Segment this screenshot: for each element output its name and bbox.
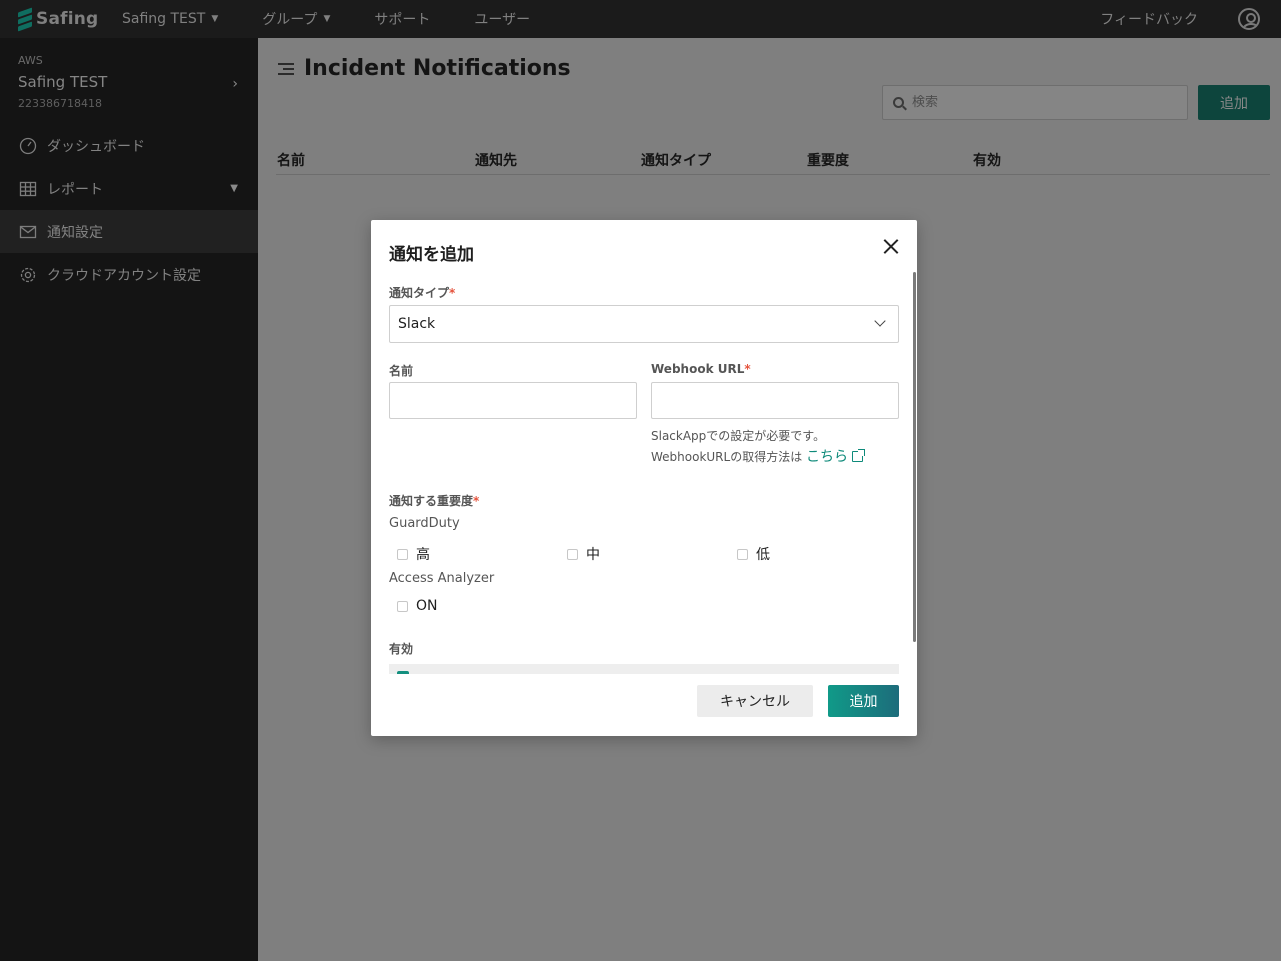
webhook-url-input[interactable] [651,382,899,419]
nav-account[interactable]: Safing TEST ▼ [122,11,218,27]
column-header-severity[interactable]: 重要度 [807,150,849,170]
checkbox-box[interactable] [567,548,578,560]
top-bar: Safing Safing TEST ▼ グループ ▼ サポート ユーザー フィ… [0,0,1281,38]
sidebar-item-report[interactable]: レポート ▼ [0,167,258,210]
name-label: 名前 [389,364,414,378]
sidebar-item-cloud-account-settings[interactable]: クラウドアカウント設定 [0,253,258,296]
column-header-type[interactable]: 通知タイプ [641,150,711,170]
guardduty-high-checkbox[interactable]: 高 [397,544,430,564]
page-title: Incident Notifications [304,56,571,81]
chevron-down-icon: ▼ [230,183,238,194]
checkbox-box[interactable] [737,548,748,560]
notification-type-label: 通知タイプ* [389,286,456,300]
guardduty-low-checkbox[interactable]: 低 [737,544,770,564]
dialog-body: 通知タイプ* Slack 名前 Webhook URL* SlackAppでの設… [389,272,899,674]
sidebar: AWS Safing TEST 223386718418 › ダッシュボード レ… [0,38,258,961]
nav-support-label: サポート [374,12,431,28]
guardduty-medium-checkbox[interactable]: 中 [567,544,600,564]
logo-mark-icon [18,7,32,32]
webhook-url-label: Webhook URL* [651,362,751,376]
severity-label: 通知する重要度* [389,494,480,508]
guardduty-label: GuardDuty [389,516,460,531]
checkbox-label: 中 [586,547,600,563]
help-link[interactable]: こちら [806,449,866,465]
name-input[interactable] [389,382,637,419]
enabled-label: 有効 [389,642,414,656]
nav-users[interactable]: ユーザー [474,9,530,29]
logo[interactable]: Safing [18,7,122,32]
sidebar-item-label: クラウドアカウント設定 [47,267,201,284]
account-provider: AWS [18,54,43,67]
nav-support[interactable]: サポート [374,9,430,29]
chevron-down-icon: ▼ [323,14,331,24]
checkbox-box[interactable] [397,600,408,612]
nav-users-label: ユーザー [474,12,531,28]
checkbox-label: ON [416,598,438,614]
user-account-icon[interactable] [1238,8,1260,30]
logo-text: Safing [36,9,99,29]
account-name: Safing TEST [18,73,108,91]
checkbox-box[interactable] [397,548,408,560]
checked-checkbox-icon[interactable] [397,671,409,674]
close-icon[interactable] [881,236,901,256]
gauge-icon [19,137,37,155]
notification-type-select[interactable]: Slack [389,305,899,343]
table-header: 名前 通知先 通知タイプ 重要度 有効 [276,146,1270,175]
mail-icon [19,223,37,241]
column-header-name[interactable]: 名前 [277,150,305,170]
sidebar-item-label: 通知設定 [47,224,103,241]
menu-toggle-icon[interactable] [278,62,294,76]
search-input[interactable] [912,95,1162,110]
help-line-2: WebhookURLの取得方法は こちら [651,447,866,468]
dialog-scrollbar[interactable] [913,272,916,642]
access-analyzer-label: Access Analyzer [389,571,495,586]
sidebar-item-notification-settings[interactable]: 通知設定 [0,210,258,253]
add-notification-button[interactable]: 追加 [1198,85,1270,120]
checkbox-label: 低 [756,547,770,563]
column-header-destination[interactable]: 通知先 [475,150,517,170]
nav-group-label: グループ [262,12,318,28]
account-id: 223386718418 [18,97,102,110]
add-notification-dialog: 通知を追加 通知タイプ* Slack 名前 Webhook URL* Slack… [371,220,917,736]
help-line-1: SlackAppでの設定が必要です。 [651,429,826,443]
dialog-title: 通知を追加 [389,245,474,265]
submit-add-button[interactable]: 追加 [828,685,899,717]
chevron-down-icon [874,315,886,327]
chevron-down-icon: ▼ [211,14,219,24]
enabled-checkbox-row[interactable] [389,664,899,674]
search-icon [893,97,904,108]
grid-icon [19,180,37,198]
feedback-link[interactable]: フィードバック [1100,9,1198,29]
checkbox-label: 高 [416,547,430,563]
sidebar-item-label: ダッシュボード [47,138,145,155]
gear-icon [19,266,37,284]
notification-type-value: Slack [398,316,436,332]
sidebar-item-label: レポート [47,181,103,198]
search-box[interactable] [882,85,1188,120]
webhook-help-text: SlackAppでの設定が必要です。 WebhookURLの取得方法は こちら [651,426,866,468]
external-link-icon [852,449,866,462]
column-header-enabled[interactable]: 有効 [973,150,1001,170]
access-analyzer-on-checkbox[interactable]: ON [397,598,438,614]
chevron-right-icon: › [232,76,238,92]
cancel-button[interactable]: キャンセル [697,685,813,717]
account-switcher[interactable]: AWS Safing TEST 223386718418 › [0,38,258,124]
nav-account-label: Safing TEST [122,11,206,27]
nav-group[interactable]: グループ ▼ [262,9,330,29]
sidebar-item-dashboard[interactable]: ダッシュボード [0,124,258,167]
